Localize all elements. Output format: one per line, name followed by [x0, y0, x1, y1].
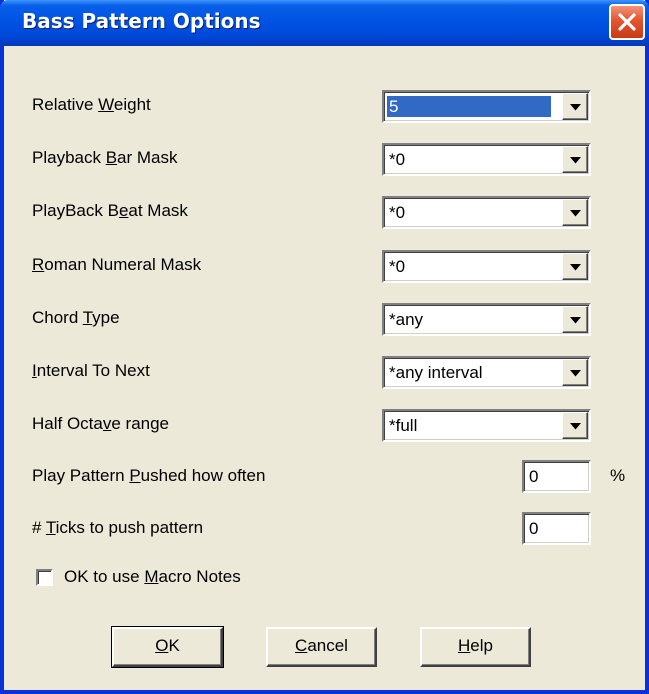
chevron-down-icon — [570, 370, 581, 377]
chevron-down-icon — [570, 157, 581, 164]
playback-bar-mask-value: *0 — [389, 150, 406, 169]
percent-unit: % — [610, 466, 626, 485]
pushed-how-often-label: Play Pattern Pushed how often — [32, 466, 266, 485]
ticks-to-push-value: 0 — [529, 519, 539, 538]
cancel-button[interactable]: Cancel — [266, 627, 377, 667]
playback-beat-mask-combo[interactable]: *0 — [382, 196, 591, 229]
half-octave-range-label: Half Octave range — [32, 414, 170, 433]
chevron-down-icon — [570, 104, 581, 111]
relative-weight-dropdown-button[interactable] — [562, 93, 588, 120]
macro-notes-checkbox[interactable] — [36, 569, 53, 586]
ok-button[interactable]: OK — [111, 626, 224, 668]
playback-beat-mask-label: PlayBack Beat Mask — [32, 201, 188, 220]
chord-type-combo[interactable]: *any — [382, 303, 591, 336]
roman-numeral-mask-combo[interactable]: *0 — [382, 250, 591, 283]
half-octave-range-combo[interactable]: *full — [382, 409, 591, 442]
roman-numeral-mask-label: Roman Numeral Mask — [32, 255, 202, 274]
roman-numeral-mask-dropdown-button[interactable] — [562, 253, 588, 280]
interval-to-next-dropdown-button[interactable] — [562, 359, 588, 386]
dialog-title: Bass Pattern Options — [22, 9, 261, 33]
playback-beat-mask-value: *0 — [389, 203, 406, 222]
half-octave-range-dropdown-button[interactable] — [562, 412, 588, 439]
playback-bar-mask-combo[interactable]: *0 — [382, 143, 591, 176]
macro-notes-label[interactable]: OK to use Macro Notes — [64, 567, 241, 587]
chevron-down-icon — [570, 423, 581, 430]
chord-type-label: Chord Type — [32, 308, 120, 327]
interval-to-next-value: *any interval — [389, 363, 483, 382]
close-button[interactable] — [609, 4, 645, 40]
relative-weight-combo[interactable]: 5 — [382, 90, 591, 123]
chord-type-dropdown-button[interactable] — [562, 306, 588, 333]
title-bar[interactable]: Bass Pattern Options — [0, 0, 649, 46]
close-icon — [618, 13, 636, 31]
playback-bar-mask-label: Playback Bar Mask — [32, 148, 178, 167]
relative-weight-label: Relative Weight — [32, 95, 151, 114]
help-button[interactable]: Help — [420, 627, 531, 667]
pushed-how-often-input[interactable]: 0 — [522, 460, 591, 493]
playback-bar-mask-dropdown-button[interactable] — [562, 146, 588, 173]
ticks-to-push-label: # Ticks to push pattern — [32, 518, 204, 537]
interval-to-next-combo[interactable]: *any interval — [382, 356, 591, 389]
playback-beat-mask-dropdown-button[interactable] — [562, 199, 588, 226]
chevron-down-icon — [570, 210, 581, 217]
chevron-down-icon — [570, 264, 581, 271]
ticks-to-push-input[interactable]: 0 — [522, 512, 591, 545]
half-octave-range-value: *full — [389, 416, 418, 435]
relative-weight-value: 5 — [387, 96, 551, 117]
pushed-how-often-value: 0 — [529, 467, 539, 486]
chord-type-value: *any — [389, 310, 424, 329]
chevron-down-icon — [570, 317, 581, 324]
roman-numeral-mask-value: *0 — [389, 257, 406, 276]
interval-to-next-label: Interval To Next — [32, 361, 150, 380]
